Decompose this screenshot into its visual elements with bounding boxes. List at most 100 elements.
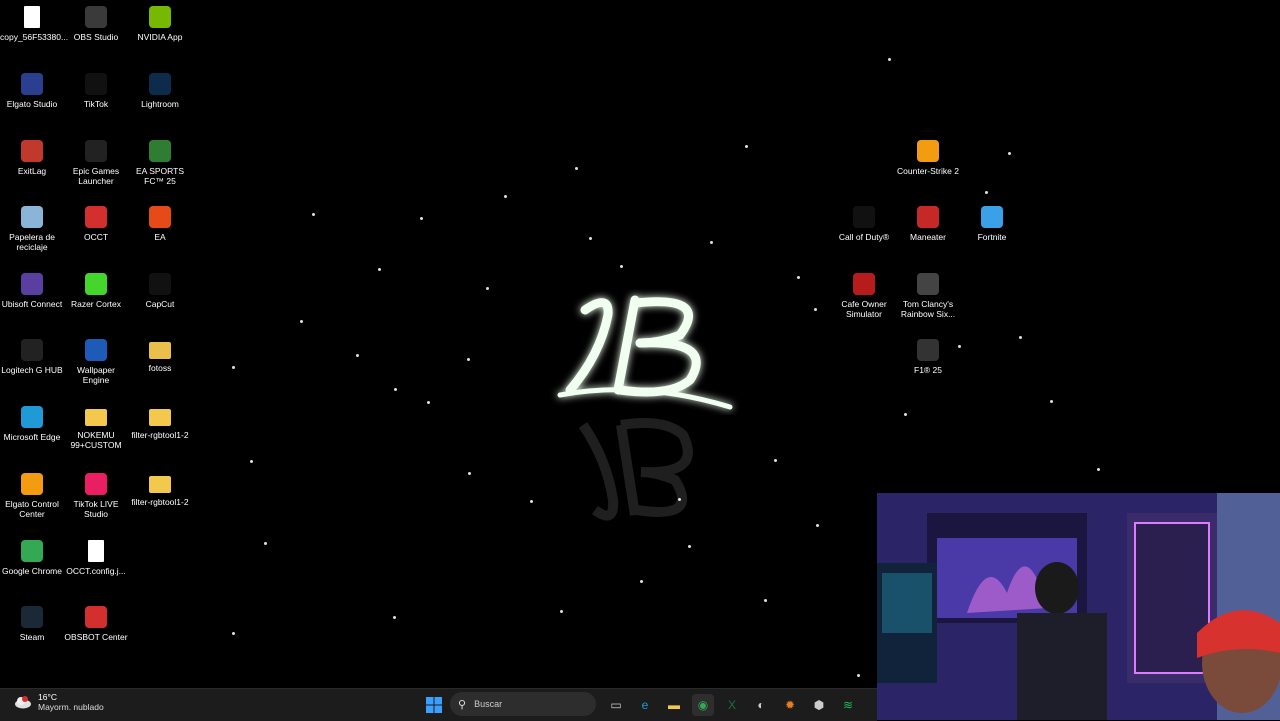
desktop-icon[interactable]: Lightroom: [128, 67, 192, 109]
desktop-icon[interactable]: TikTok: [64, 67, 128, 109]
weather-cloud-icon: [14, 695, 32, 709]
desktop-icon[interactable]: F1® 25: [896, 333, 960, 375]
file-icon: [88, 540, 104, 562]
desktop-icon[interactable]: OBSBOT Center: [64, 600, 128, 642]
desktop-icon[interactable]: Razer Cortex: [64, 267, 128, 309]
obs-icon: [85, 6, 107, 28]
snow-particle: [250, 460, 253, 463]
maneater-icon: [917, 206, 939, 228]
snow-particle: [1008, 152, 1011, 155]
snow-particle: [504, 195, 507, 198]
file-explorer-icon[interactable]: ▬: [663, 694, 685, 716]
snow-particle: [985, 191, 988, 194]
lb-logo-reflection: [578, 418, 693, 521]
desktop-icon[interactable]: Microsoft Edge: [0, 400, 64, 442]
search-placeholder: Buscar: [474, 699, 503, 709]
desktop-icon[interactable]: OCCT.config.j...: [64, 534, 128, 576]
desktop-icon-label: NOKEMU 99+CUSTOM: [70, 430, 122, 450]
desktop-icon-label: Call of Duty®: [838, 232, 890, 242]
snow-particle: [356, 354, 359, 357]
elgato-control-icon: [21, 473, 43, 495]
desktop-icon[interactable]: Fortnite: [960, 200, 1024, 242]
desktop-icon-label: Ubisoft Connect: [1, 299, 63, 309]
snow-particle: [904, 413, 907, 416]
steam-taskbar-icon[interactable]: ⬢: [808, 694, 830, 716]
steam-icon: [21, 606, 43, 628]
chrome-icon[interactable]: ◉: [692, 694, 714, 716]
desktop-icon[interactable]: OBS Studio: [64, 0, 128, 42]
taskbar-search-box[interactable]: ⚲ Buscar: [450, 692, 596, 716]
snow-particle: [888, 58, 891, 61]
desktop-icon[interactable]: Elgato Studio: [0, 67, 64, 109]
desktop-icon[interactable]: fotoss: [128, 333, 192, 373]
desktop-icon-label: Google Chrome: [1, 566, 62, 576]
desktop-icon-label: EA: [154, 232, 166, 242]
desktop-icon[interactable]: NVIDIA App: [128, 0, 192, 42]
snow-particle: [560, 610, 563, 613]
desktop-icon-label: TikTok LIVE Studio: [73, 499, 119, 519]
desktop-icon-label: Wallpaper Engine: [77, 365, 115, 385]
epic-games-icon: [85, 140, 107, 162]
desktop-icon-label: Lightroom: [141, 99, 179, 109]
desktop-icon[interactable]: EA: [128, 200, 192, 242]
desktop-icon[interactable]: filter-rgbtool1-2: [128, 467, 192, 507]
desktop-icon[interactable]: Cafe Owner Simulator: [832, 267, 896, 319]
snow-particle: [745, 145, 748, 148]
wallpaper-engine-icon: [85, 339, 107, 361]
settings-gear-icon[interactable]: ✹: [779, 694, 801, 716]
desktop-icon[interactable]: filter-rgbtool1-2: [128, 400, 192, 440]
edge-icon[interactable]: e: [634, 694, 656, 716]
desktop-icon[interactable]: Logitech G HUB: [0, 333, 64, 375]
desktop-icon[interactable]: Steam: [0, 600, 64, 642]
task-view-icon[interactable]: ▭: [605, 694, 627, 716]
capcut-icon: [149, 273, 171, 295]
desktop-icon-label: Elgato Control Center: [5, 499, 59, 519]
snow-particle: [816, 524, 819, 527]
edge-icon: [21, 406, 43, 428]
lb-logo: [557, 295, 733, 410]
snow-particle: [467, 358, 470, 361]
desktop-icon[interactable]: Wallpaper Engine: [64, 333, 128, 385]
desktop-icon[interactable]: OCCT: [64, 200, 128, 242]
snow-particle: [814, 308, 817, 311]
desktop-icon[interactable]: Call of Duty®: [832, 200, 896, 242]
razer-cortex-icon: [85, 273, 107, 295]
occt-icon: [85, 206, 107, 228]
snow-particle: [300, 320, 303, 323]
desktop-icon[interactable]: Elgato Control Center: [0, 467, 64, 519]
exitlag-icon: [21, 140, 43, 162]
desktop-icon[interactable]: NOKEMU 99+CUSTOM: [64, 400, 128, 450]
snow-particle: [797, 276, 800, 279]
desktop-icon[interactable]: Ubisoft Connect: [0, 267, 64, 309]
desktop-icon-label: Papelera de reciclaje: [9, 232, 55, 252]
desktop-icon-label: Logitech G HUB: [1, 365, 63, 375]
snow-particle: [1097, 468, 1100, 471]
cod-icon: [853, 206, 875, 228]
snow-particle: [1019, 336, 1022, 339]
desktop-icon[interactable]: EA SPORTS FC™ 25: [128, 134, 192, 186]
desktop-icon[interactable]: TikTok LIVE Studio: [64, 467, 128, 519]
desktop-icon[interactable]: Counter-Strike 2: [896, 134, 960, 176]
obsbot-icon: [85, 606, 107, 628]
desktop-icon[interactable]: Google Chrome: [0, 534, 64, 576]
desktop-icon[interactable]: Maneater: [896, 200, 960, 242]
folder-icon: [149, 342, 171, 359]
desktop-icon[interactable]: Papelera de reciclaje: [0, 200, 64, 252]
desktop-icon[interactable]: ExitLag: [0, 134, 64, 176]
desktop-icon[interactable]: Tom Clancy's Rainbow Six...: [896, 267, 960, 319]
desktop-icon-label: copy_56F53380...: [0, 32, 69, 42]
desktop-icon[interactable]: CapCut: [128, 267, 192, 309]
snow-particle: [468, 472, 471, 475]
desktop-icon[interactable]: copy_56F53380...: [0, 0, 69, 42]
desktop-icon-label: F1® 25: [914, 365, 942, 375]
obs-taskbar-icon[interactable]: ◐: [750, 694, 772, 716]
webcam-overlay: [877, 493, 1280, 720]
desktop-icon[interactable]: Epic Games Launcher: [64, 134, 128, 186]
desktop-icon-label: fotoss: [148, 363, 172, 373]
weather-widget[interactable]: 16°C Mayorm. nublado: [14, 692, 104, 712]
desktop-icon-label: Microsoft Edge: [3, 432, 61, 442]
desktop-icon-label: OBS Studio: [73, 32, 119, 42]
spotify-icon[interactable]: ≋: [837, 694, 859, 716]
excel-icon[interactable]: X: [721, 694, 743, 716]
windows-start-icon[interactable]: [423, 694, 445, 716]
